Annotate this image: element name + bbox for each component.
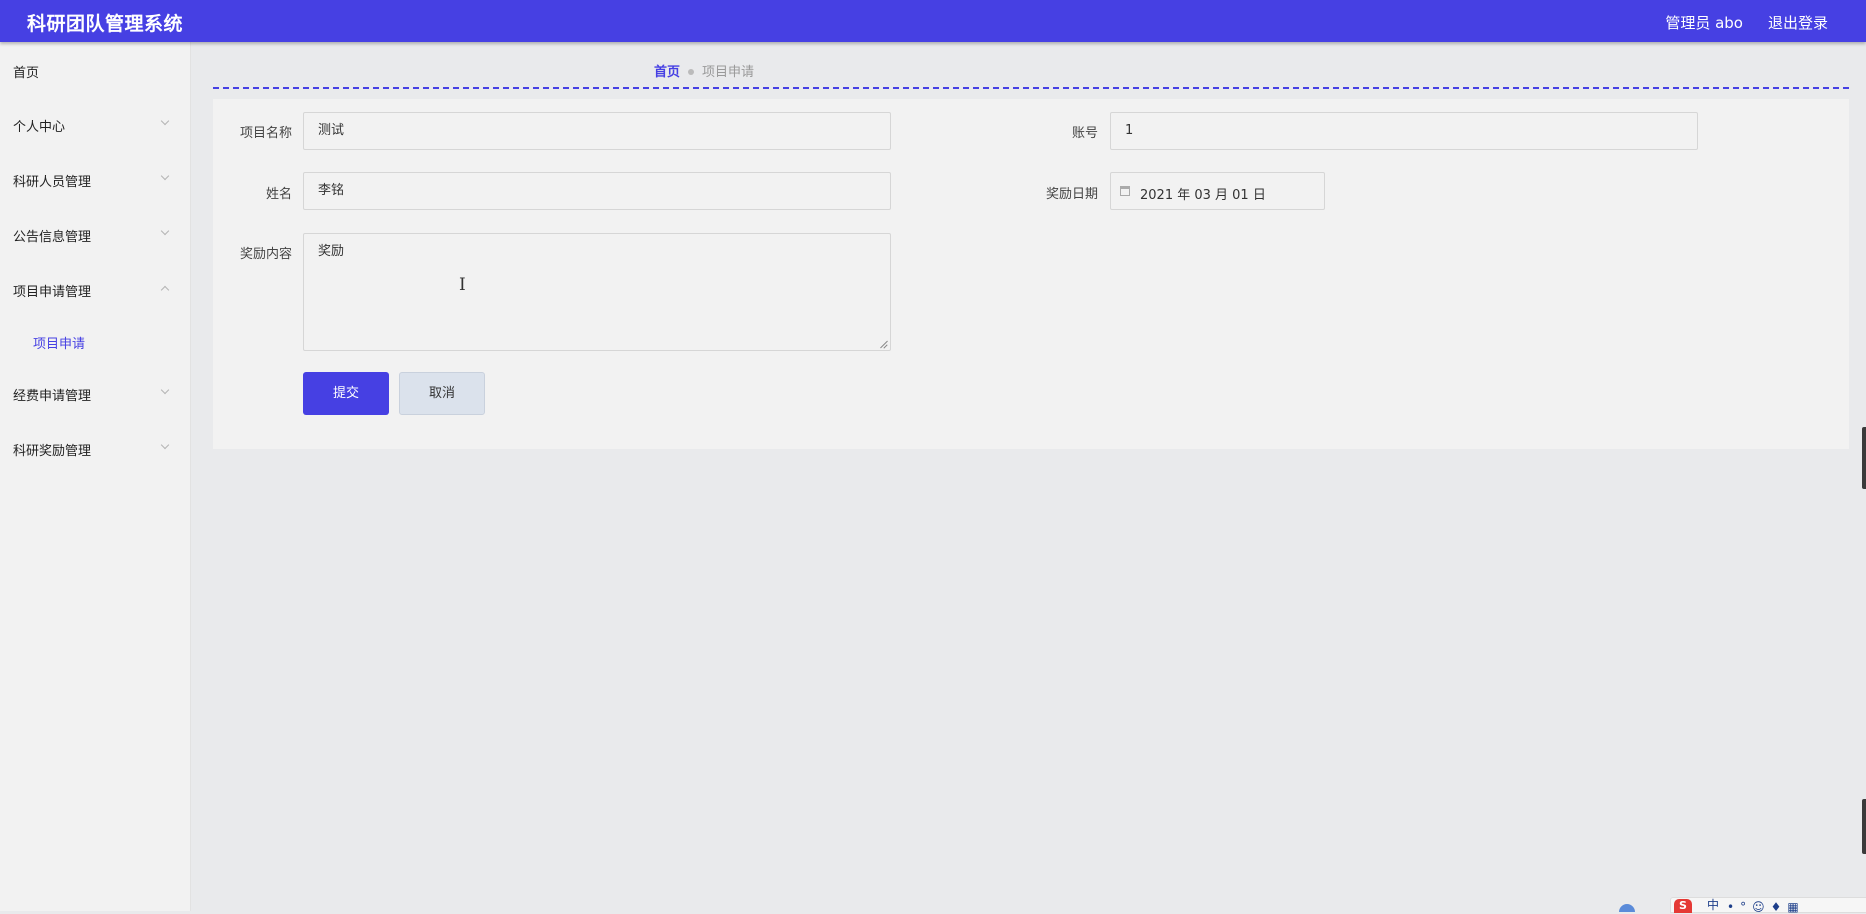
sidebar-subitem-label: 项目申请 — [33, 337, 86, 352]
breadcrumb-home-link[interactable]: 首页 — [654, 65, 680, 80]
chevron-down-icon — [160, 440, 170, 450]
name-value: 李铭 — [318, 183, 345, 198]
sidebar-item-funding-application-management[interactable]: 经费申请管理 — [0, 373, 190, 413]
project-name-label: 项目名称 — [239, 126, 292, 141]
chevron-down-icon — [160, 171, 170, 181]
sidebar-item-announcement-management[interactable]: 公告信息管理 — [0, 214, 190, 254]
name-input[interactable]: 李铭 — [303, 172, 891, 210]
sidebar-item-label: 经费申请管理 — [13, 389, 92, 404]
sidebar-item-researcher-management[interactable]: 科研人员管理 — [0, 159, 190, 199]
scrollbar-thumb[interactable] — [1862, 799, 1866, 854]
sidebar-item-personal-center[interactable]: 个人中心 — [0, 104, 190, 144]
app-title: 科研团队管理系统 — [27, 13, 184, 35]
project-name-value: 测试 — [318, 123, 345, 138]
admin-user-label: 管理员 abo — [1665, 14, 1743, 32]
logout-link[interactable]: 退出登录 — [1768, 12, 1828, 33]
sidebar-item-label: 项目申请管理 — [13, 285, 92, 300]
divider — [213, 87, 1849, 89]
account-value: 1 — [1125, 123, 1134, 138]
breadcrumb: 首页 项目申请 — [654, 61, 754, 80]
award-date-label: 奖励日期 — [1045, 187, 1098, 202]
sidebar-item-label: 科研奖励管理 — [13, 444, 92, 459]
award-content-value: 奖励 — [318, 244, 345, 259]
chevron-down-icon — [160, 385, 170, 395]
resize-handle-icon[interactable] — [880, 340, 888, 348]
project-name-input[interactable]: 测试 — [303, 112, 891, 150]
award-content-label: 奖励内容 — [239, 247, 292, 262]
name-label: 姓名 — [265, 187, 292, 202]
breadcrumb-separator-icon — [688, 69, 695, 75]
text-cursor-icon: I — [459, 275, 466, 295]
chevron-down-icon — [160, 226, 170, 236]
sidebar-item-home[interactable]: 首页 — [0, 50, 190, 90]
account-input[interactable]: 1 — [1110, 112, 1698, 150]
award-content-textarea[interactable]: 奖励 — [303, 233, 891, 351]
sidebar-item-project-application-management[interactable]: 项目申请管理 — [0, 269, 190, 309]
award-date-value: 2021 年 03 月 01 日 — [1140, 188, 1266, 203]
chevron-down-icon — [160, 116, 170, 126]
sidebar-item-label: 首页 — [13, 66, 40, 81]
sidebar-item-label: 公告信息管理 — [13, 230, 92, 245]
top-header: 科研团队管理系统 管理员 abo 退出登录 — [0, 0, 1866, 42]
sidebar: 首页 个人中心 科研人员管理 公告信息管理 项目申请管理 项目申请 经费申请管理… — [0, 42, 191, 911]
ime-tools-icon[interactable]: •°☺♦▦ — [1727, 900, 1805, 914]
submit-button[interactable]: 提交 — [303, 372, 389, 415]
scrollbar-thumb[interactable] — [1862, 427, 1866, 489]
chevron-up-icon — [160, 285, 170, 295]
sidebar-subitem-project-application[interactable]: 项目申请 — [33, 330, 183, 354]
sidebar-item-research-award-management[interactable]: 科研奖励管理 — [0, 428, 190, 468]
calendar-icon — [1120, 186, 1130, 196]
breadcrumb-current: 项目申请 — [702, 65, 755, 80]
ime-mode-indicator[interactable]: 中 — [1707, 898, 1719, 912]
sidebar-item-label: 科研人员管理 — [13, 175, 92, 190]
account-label: 账号 — [1071, 126, 1098, 141]
cancel-button[interactable]: 取消 — [399, 372, 485, 415]
sidebar-item-label: 个人中心 — [13, 120, 66, 135]
